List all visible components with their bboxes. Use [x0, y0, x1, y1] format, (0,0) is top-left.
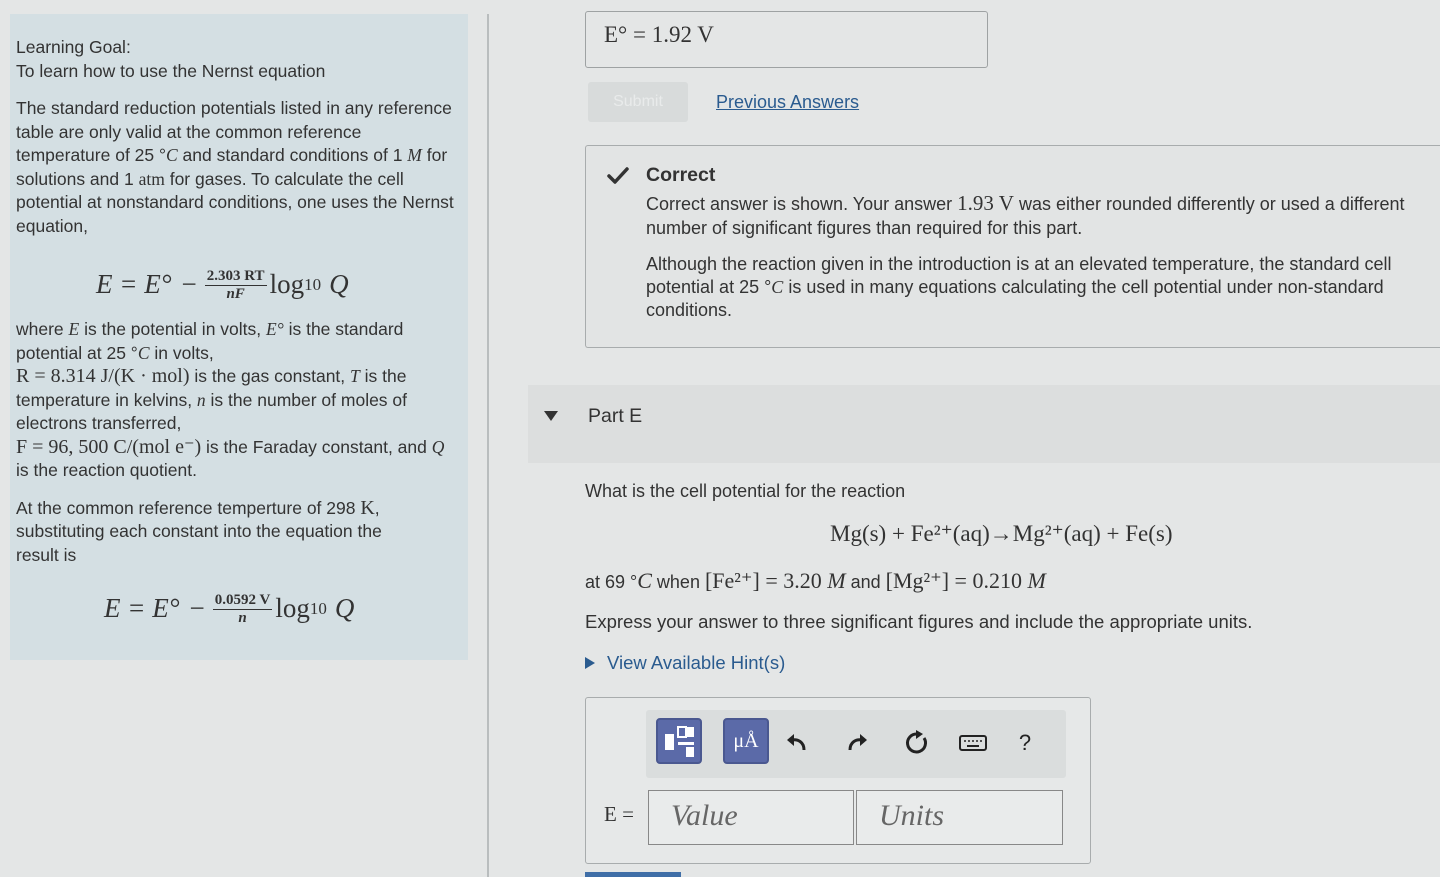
expand-triangle-icon [585, 657, 595, 669]
simplified-formula: E = E° − 0.0592 V n log 10 Q [16, 581, 460, 637]
var-e0: E° [266, 319, 284, 339]
checkmark-icon [607, 167, 629, 184]
formula2-log-sub: 10 [309, 599, 327, 619]
where-text-4: in volts, [149, 342, 214, 363]
units-button-label: μÅ [733, 730, 759, 752]
undo-icon[interactable] [784, 730, 810, 756]
gas-constant: R = 8.314 J/(K · mol) [16, 365, 190, 387]
unit-c: C [137, 342, 150, 363]
formula2-denominator: n [238, 609, 247, 626]
feedback-box: Correct Correct answer is shown. Your an… [585, 145, 1440, 348]
math-toolbar: μÅ ? [646, 710, 1066, 778]
formula2-q: Q [334, 593, 355, 624]
templates-icon [665, 726, 694, 757]
conditions-when: when [651, 572, 705, 592]
temp-unit-k: K [360, 496, 375, 519]
question-text: What is the cell potential for the react… [585, 481, 906, 501]
formula-denominator: nF [226, 285, 245, 302]
formula2-numerator: 0.0592 V [212, 591, 273, 610]
formula-log-sub: 10 [304, 275, 322, 295]
intro-paragraph: The standard reduction potentials listed… [16, 97, 460, 238]
temperature-paragraph: At the common reference temperture of 29… [16, 497, 426, 568]
intro-text-b: and standard conditions of 1 [177, 145, 408, 165]
var-q: Q [431, 436, 445, 457]
mg-concentration: [Mg²⁺] = 0.210 [885, 568, 1028, 593]
answer-label: E = [604, 802, 634, 826]
learning-goal-panel: Learning Goal: To learn how to use the N… [10, 14, 468, 660]
reaction-conditions: at 69 °C when [Fe²⁺] = 3.20 M and [Mg²⁺]… [585, 568, 1046, 594]
answer-entry-box: μÅ ? E = Value Units [585, 697, 1091, 864]
conditions-temp: at 69 ° [585, 572, 638, 592]
formula-minus: − [181, 269, 197, 300]
where-text: where [16, 319, 69, 339]
where-text-9: is the reaction quotient. [16, 460, 197, 480]
submit-button[interactable]: Submit [588, 82, 688, 122]
intro-unit-atm: atm [138, 168, 165, 189]
nernst-formula: E = E° − 2.303 RT nF log 10 Q [16, 252, 460, 318]
formula2-lhs: E = E° [104, 593, 180, 624]
variables-paragraph: where E is the potential in volts, E° is… [16, 318, 446, 483]
templates-button[interactable] [656, 718, 702, 764]
temp-text-a: At the common reference temperture of 29… [16, 497, 361, 518]
feedback-title: Correct [646, 164, 716, 186]
units-button[interactable]: μÅ [723, 718, 769, 764]
feedback-answer-value: 1.93 V [957, 191, 1014, 215]
help-icon[interactable]: ? [1012, 730, 1038, 756]
feedback-text-a: Correct answer is shown. Your answer [646, 194, 958, 214]
intro-unit-c: C [166, 145, 178, 165]
next-button-edge[interactable] [585, 872, 681, 877]
faraday-constant: F = 96, 500 C/(mol e⁻) [16, 435, 202, 458]
keyboard-icon[interactable] [958, 730, 988, 756]
conditions-unit-c: C [637, 568, 652, 593]
where-text-2: is the potential in volts, [79, 319, 267, 339]
units-input[interactable]: Units [856, 790, 1063, 845]
collapse-arrow-icon [544, 411, 558, 421]
formula-fraction: 2.303 RT nF [204, 267, 267, 303]
formula-numerator: 2.303 RT [204, 267, 267, 286]
value-input[interactable]: Value [648, 790, 854, 845]
intro-unit-m: M [407, 145, 422, 165]
part-e-header[interactable]: Part E [528, 385, 1440, 463]
panel-divider [487, 14, 489, 877]
reset-icon[interactable] [904, 730, 930, 756]
previous-answer-display: E° = 1.92 V [585, 11, 988, 68]
previous-answers-link[interactable]: Previous Answers [716, 92, 859, 113]
previous-answer-value: E° = 1.92 V [604, 22, 714, 47]
answer-instructions: Express your answer to three significant… [585, 611, 1253, 632]
conditions-and: and [845, 572, 886, 592]
formula2-log: log [275, 593, 310, 624]
where-text-5: is the gas constant, [189, 366, 351, 386]
formula2-minus: − [189, 593, 205, 624]
fe-concentration: [Fe²⁺] = 3.20 [704, 568, 828, 593]
feedback-message: Correct answer is shown. Your answer 1.9… [646, 191, 1426, 240]
view-hints-link[interactable]: View Available Hint(s) [585, 652, 785, 674]
redo-icon[interactable] [844, 730, 870, 756]
hints-label: View Available Hint(s) [607, 652, 786, 673]
formula2-fraction: 0.0592 V n [212, 591, 273, 627]
where-text-8: is the Faraday constant, and [201, 436, 432, 457]
goal-subheading: To learn how to use the Nernst equation [16, 60, 326, 81]
feedback-explanation: Although the reaction given in the intro… [646, 253, 1436, 322]
fe-unit: M [827, 568, 846, 593]
formula-log: log [269, 269, 305, 300]
reaction-equation: Mg(s) + Fe²⁺(aq)→Mg²⁺(aq) + Fe(s) [830, 521, 1173, 546]
mg-unit: M [1027, 568, 1046, 593]
var-n: n [196, 389, 206, 410]
formula-q: Q [329, 269, 349, 300]
explanation-unit-c: C [771, 277, 784, 297]
goal-heading: Learning Goal: [16, 37, 131, 57]
formula-lhs: E = E° [96, 269, 172, 300]
var-t: T [350, 366, 360, 386]
part-label: Part E [588, 405, 643, 427]
var-e: E [68, 319, 80, 339]
